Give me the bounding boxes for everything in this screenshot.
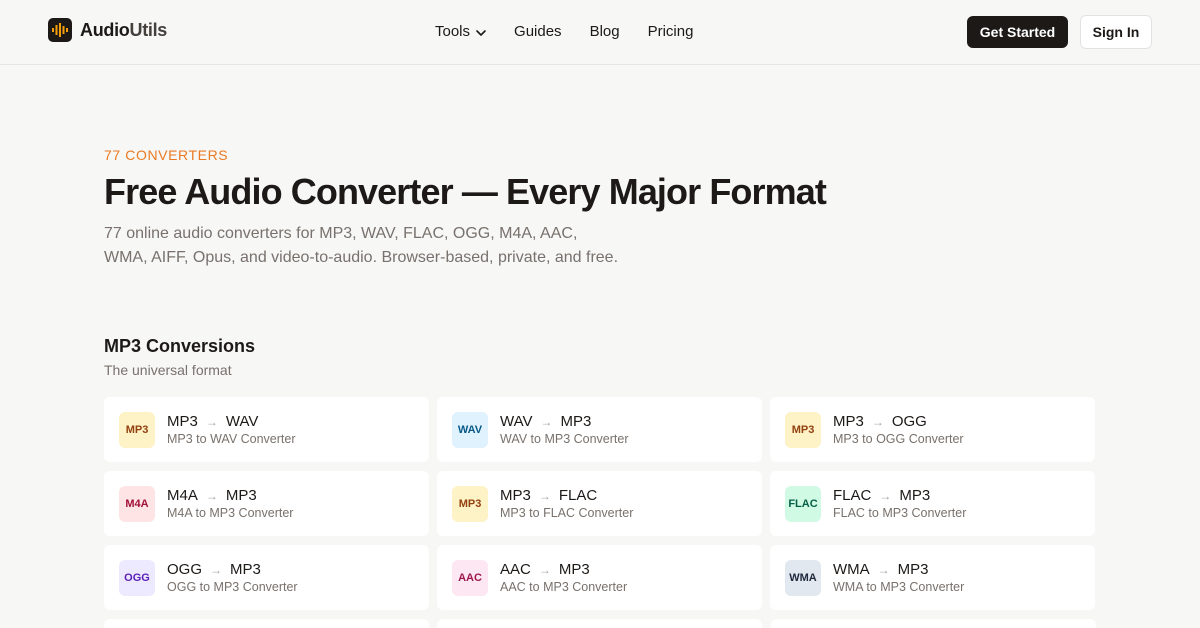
converter-description: AAC to MP3 Converter	[500, 580, 628, 594]
source-format: OGG	[167, 561, 203, 578]
menu-item-label: Blog	[589, 23, 620, 40]
converter-title: FLAC → MP3	[833, 487, 930, 504]
page-title: Free Audio Converter — Every Major Forma…	[104, 171, 827, 212]
source-format: MP3	[833, 413, 864, 430]
source-format: AAC	[500, 561, 531, 578]
converter-card-partial[interactable]	[104, 619, 429, 628]
target-format: MP3	[897, 561, 929, 578]
top-nav: AudioUtils Tools Guides Blog Pricing Get…	[0, 0, 1200, 65]
menu-item-guides[interactable]: Guides	[514, 23, 562, 40]
format-badge: WAV	[452, 412, 488, 448]
converter-title: WMA → MP3	[833, 561, 929, 578]
converter-card[interactable]: MP3 MP3 → OGG MP3 to OGG Converter	[770, 397, 1095, 462]
target-format: OGG	[891, 413, 927, 430]
source-format: MP3	[500, 487, 531, 504]
logo-wordmark: AudioUtils	[80, 20, 167, 41]
format-badge: MP3	[119, 412, 155, 448]
converter-card[interactable]: OGG OGG → MP3 OGG to MP3 Converter	[104, 545, 429, 610]
converter-description: MP3 to WAV Converter	[167, 432, 296, 446]
target-format: FLAC	[558, 487, 598, 504]
format-badge: FLAC	[785, 486, 821, 522]
hero-eyebrow: 77 CONVERTERS	[104, 147, 229, 163]
main-menu: Tools Guides Blog Pricing	[435, 23, 693, 40]
target-format: MP3	[899, 487, 931, 504]
converter-title: M4A → MP3	[167, 487, 257, 504]
logo[interactable]: AudioUtils	[48, 18, 167, 42]
converter-card[interactable]: FLAC FLAC → MP3 FLAC to MP3 Converter	[770, 471, 1095, 536]
chevron-down-icon	[476, 23, 486, 40]
arrow-right-icon: →	[205, 414, 218, 429]
target-format: MP3	[560, 413, 592, 430]
menu-item-tools[interactable]: Tools	[435, 23, 486, 40]
get-started-button[interactable]: Get Started	[967, 16, 1068, 48]
waveform-icon	[48, 18, 72, 42]
sign-in-button[interactable]: Sign In	[1080, 15, 1152, 49]
converter-grid: MP3 MP3 → WAV MP3 to WAV Converter WAV WAV → MP3…	[104, 397, 1096, 610]
format-badge: M4A	[119, 486, 155, 522]
converter-description: WMA to MP3 Converter	[833, 580, 965, 594]
section-subtitle: The universal format	[104, 362, 232, 378]
logo-secondary: Utils	[129, 19, 168, 40]
source-format: WAV	[500, 413, 533, 430]
converter-card-partial[interactable]	[771, 619, 1096, 628]
menu-item-pricing[interactable]: Pricing	[648, 23, 694, 40]
target-format: MP3	[225, 487, 257, 504]
source-format: MP3	[167, 413, 198, 430]
converter-description: WAV to MP3 Converter	[500, 432, 629, 446]
arrow-right-icon: →	[877, 562, 890, 577]
format-badge: WMA	[785, 560, 821, 596]
converter-description: M4A to MP3 Converter	[167, 506, 294, 520]
menu-item-label: Tools	[435, 23, 471, 40]
format-badge: MP3	[785, 412, 821, 448]
converter-card[interactable]: WAV WAV → MP3 WAV to MP3 Converter	[437, 397, 762, 462]
target-format: MP3	[230, 561, 261, 578]
converter-card[interactable]: AAC AAC → MP3 AAC to MP3 Converter	[437, 545, 762, 610]
hero-description: 77 online audio converters for MP3, WAV,…	[104, 225, 619, 266]
converter-title: OGG → MP3	[167, 561, 261, 578]
format-badge: AAC	[452, 560, 488, 596]
logo-primary: Audio	[80, 19, 130, 40]
target-format: MP3	[558, 561, 590, 578]
arrow-right-icon: →	[205, 488, 218, 503]
menu-item-label: Pricing	[647, 23, 694, 40]
section-title: MP3 Conversions	[104, 336, 256, 356]
format-badge: OGG	[119, 560, 155, 596]
arrow-right-icon: →	[538, 562, 551, 577]
converter-description: OGG to MP3 Converter	[167, 580, 298, 594]
menu-item-blog[interactable]: Blog	[590, 23, 620, 40]
converter-card[interactable]: MP3 MP3 → FLAC MP3 to FLAC Converter	[437, 471, 762, 536]
source-format: WMA	[833, 561, 870, 578]
converter-title: WAV → MP3	[500, 413, 591, 430]
arrow-right-icon: →	[871, 414, 884, 429]
converter-card[interactable]: MP3 MP3 → WAV MP3 to WAV Converter	[104, 397, 429, 462]
source-format: FLAC	[833, 487, 872, 504]
arrow-right-icon: →	[540, 414, 553, 429]
converter-card[interactable]: WMA WMA → MP3 WMA to MP3 Converter	[770, 545, 1095, 610]
converter-title: AAC → MP3	[500, 561, 590, 578]
converter-title: MP3 → WAV	[167, 413, 258, 430]
arrow-right-icon: →	[210, 562, 223, 577]
converter-description: MP3 to FLAC Converter	[500, 506, 634, 520]
converter-title: MP3 → OGG	[833, 413, 927, 430]
menu-item-label: Guides	[514, 23, 562, 40]
converter-description: FLAC to MP3 Converter	[833, 506, 967, 520]
converter-card[interactable]: M4A M4A → MP3 M4A to MP3 Converter	[104, 471, 429, 536]
format-badge: MP3	[452, 486, 488, 522]
arrow-right-icon: →	[879, 488, 892, 503]
target-format: WAV	[225, 413, 259, 430]
converter-title: MP3 → FLAC	[500, 487, 597, 504]
converter-description: MP3 to OGG Converter	[833, 432, 964, 446]
arrow-right-icon: →	[538, 488, 551, 503]
source-format: M4A	[167, 487, 198, 504]
converter-card-partial[interactable]	[437, 619, 762, 628]
